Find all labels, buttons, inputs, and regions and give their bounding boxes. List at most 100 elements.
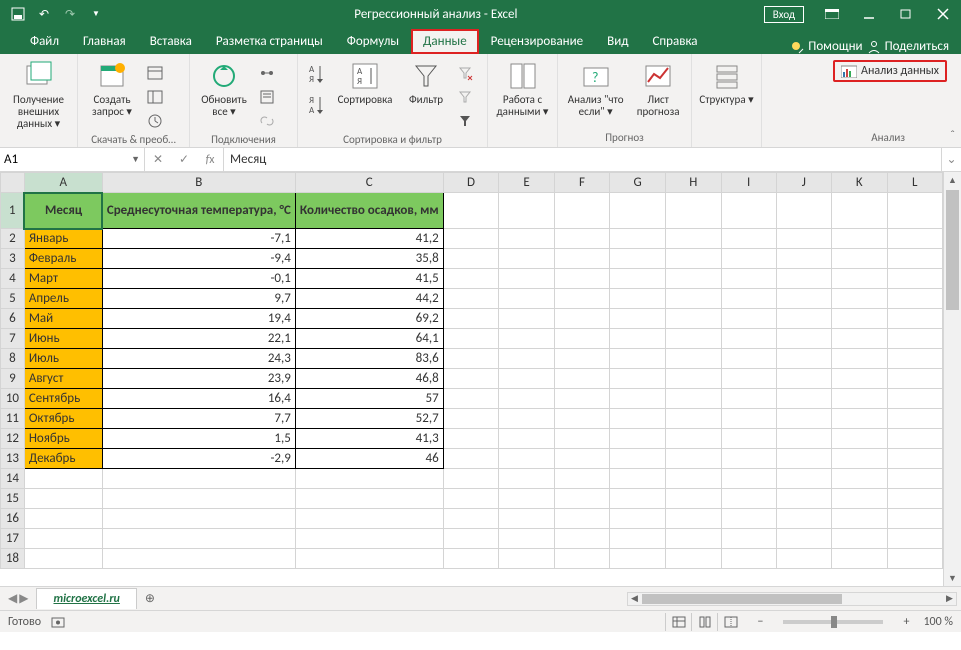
cell[interactable]	[832, 269, 888, 289]
sort-az-icon[interactable]: АЯ	[304, 60, 328, 90]
cell[interactable]	[887, 389, 942, 409]
cell[interactable]	[102, 509, 295, 529]
cell[interactable]	[832, 329, 888, 349]
cell[interactable]	[610, 329, 666, 349]
cell[interactable]	[776, 329, 831, 349]
cell-A1[interactable]: Месяц	[24, 193, 102, 229]
cell-C2[interactable]: 41,2	[295, 229, 443, 249]
cell[interactable]	[721, 529, 776, 549]
cell[interactable]	[665, 389, 721, 409]
cell[interactable]	[776, 193, 831, 229]
cell[interactable]	[721, 193, 776, 229]
cell[interactable]	[832, 489, 888, 509]
row-header-11[interactable]: 11	[1, 409, 25, 429]
cell[interactable]	[499, 329, 554, 349]
cell[interactable]	[665, 329, 721, 349]
name-box-dropdown-icon[interactable]: ▼	[131, 154, 140, 165]
row-header-15[interactable]: 15	[1, 489, 25, 509]
cell[interactable]	[102, 549, 295, 569]
cell[interactable]	[887, 193, 942, 229]
scroll-down-icon[interactable]: ▼	[944, 570, 961, 586]
cell[interactable]	[665, 509, 721, 529]
cell[interactable]	[887, 529, 942, 549]
cell-B9[interactable]: 23,9	[102, 369, 295, 389]
cell-C13[interactable]: 46	[295, 449, 443, 469]
zoom-in-button[interactable]: +	[899, 615, 913, 629]
cell[interactable]	[721, 229, 776, 249]
cell[interactable]	[776, 509, 831, 529]
cell-A12[interactable]: Ноябрь	[24, 429, 102, 449]
cell[interactable]	[499, 489, 554, 509]
cell-C7[interactable]: 64,1	[295, 329, 443, 349]
tab-вставка[interactable]: Вставка	[138, 29, 204, 54]
cell[interactable]	[887, 329, 942, 349]
cell[interactable]	[554, 289, 609, 309]
cancel-icon[interactable]: ✕	[145, 148, 171, 171]
cell[interactable]	[24, 549, 102, 569]
recent-sources-icon[interactable]	[144, 110, 166, 132]
edit-links-icon[interactable]	[256, 110, 278, 132]
cell[interactable]	[443, 329, 499, 349]
cell[interactable]	[887, 249, 942, 269]
cell-C4[interactable]: 41,5	[295, 269, 443, 289]
cell[interactable]	[887, 509, 942, 529]
cell[interactable]	[776, 549, 831, 569]
enter-icon[interactable]: ✓	[171, 148, 197, 171]
cell[interactable]	[721, 309, 776, 329]
cell[interactable]	[499, 269, 554, 289]
col-header-K[interactable]: K	[832, 173, 888, 193]
expand-formula-bar-icon[interactable]: ⌄	[941, 148, 961, 171]
cell[interactable]	[776, 229, 831, 249]
cell-C11[interactable]: 52,7	[295, 409, 443, 429]
cell-A9[interactable]: Август	[24, 369, 102, 389]
cell-A13[interactable]: Декабрь	[24, 449, 102, 469]
cell[interactable]	[832, 193, 888, 229]
cell-B6[interactable]: 19,4	[102, 309, 295, 329]
cell[interactable]	[832, 469, 888, 489]
sort-button[interactable]: АЯСортировка	[332, 58, 398, 106]
advanced-filter-icon[interactable]	[454, 110, 476, 132]
row-header-6[interactable]: 6	[1, 309, 25, 329]
cell[interactable]	[832, 549, 888, 569]
cell[interactable]	[776, 409, 831, 429]
cell[interactable]	[832, 349, 888, 369]
tell-me-button[interactable]: Помощни	[790, 39, 862, 54]
cell[interactable]	[832, 289, 888, 309]
cell[interactable]	[443, 469, 499, 489]
cell[interactable]	[776, 469, 831, 489]
col-header-J[interactable]: J	[776, 173, 831, 193]
get-external-data-button[interactable]: Получение внешних данных ▾	[6, 58, 71, 130]
cell[interactable]	[721, 509, 776, 529]
row-header-17[interactable]: 17	[1, 529, 25, 549]
row-header-2[interactable]: 2	[1, 229, 25, 249]
cell[interactable]	[887, 269, 942, 289]
cell[interactable]	[776, 429, 831, 449]
cell[interactable]	[832, 369, 888, 389]
cell[interactable]	[499, 469, 554, 489]
cell[interactable]	[610, 429, 666, 449]
cell[interactable]	[610, 349, 666, 369]
cell[interactable]	[832, 429, 888, 449]
sheet-tab[interactable]: microexcel.ru	[36, 588, 136, 609]
cell[interactable]	[721, 249, 776, 269]
cell[interactable]	[295, 549, 443, 569]
cell[interactable]	[887, 309, 942, 329]
tab-данные[interactable]: Данные	[411, 29, 479, 54]
name-box[interactable]: ▼	[0, 148, 145, 171]
row-header-3[interactable]: 3	[1, 249, 25, 269]
cell[interactable]	[887, 229, 942, 249]
select-all-corner[interactable]	[1, 173, 25, 193]
cell[interactable]	[554, 409, 609, 429]
cell[interactable]	[665, 309, 721, 329]
reapply-icon[interactable]	[454, 86, 476, 108]
cell-B11[interactable]: 7,7	[102, 409, 295, 429]
zoom-level[interactable]: 100 %	[923, 615, 953, 629]
cell-A4[interactable]: Март	[24, 269, 102, 289]
row-header-9[interactable]: 9	[1, 369, 25, 389]
save-icon[interactable]	[6, 3, 30, 25]
collapse-ribbon-icon[interactable]: ˆ	[950, 129, 955, 143]
cell[interactable]	[665, 489, 721, 509]
cell[interactable]	[554, 369, 609, 389]
col-header-L[interactable]: L	[887, 173, 942, 193]
cell-A5[interactable]: Апрель	[24, 289, 102, 309]
